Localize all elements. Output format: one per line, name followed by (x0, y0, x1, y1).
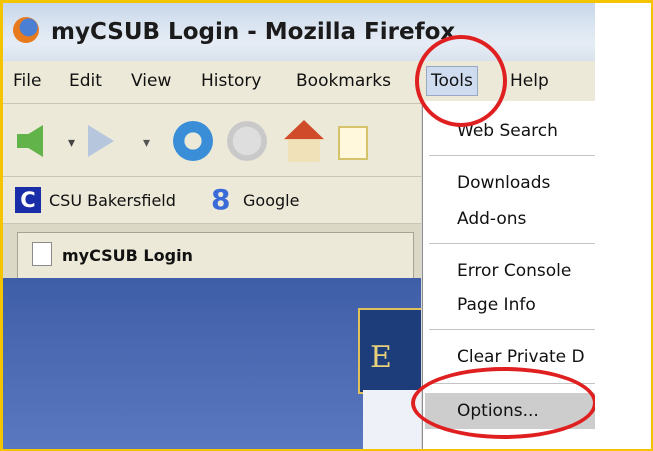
google-bookmark-icon[interactable]: 8 (211, 183, 230, 216)
tools-highlight-circle (415, 35, 507, 127)
tab-mycsub-login[interactable]: myCSUB Login (17, 232, 414, 279)
stop-icon[interactable] (227, 121, 267, 161)
menu-separator (429, 243, 595, 244)
menu-bookmarks[interactable]: Bookmarks (296, 71, 391, 91)
forward-dropdown-icon[interactable]: ▾ (143, 135, 150, 151)
tab-label: myCSUB Login (62, 246, 193, 265)
menu-file[interactable]: File (13, 71, 41, 91)
page-icon (32, 242, 52, 266)
menu-separator (429, 155, 595, 156)
window-title: myCSUB Login - Mozilla Firefox (51, 19, 456, 45)
menu-item-downloads[interactable]: Downloads (457, 173, 550, 193)
firefox-icon (13, 17, 39, 43)
menu-item-error-console[interactable]: Error Console (457, 261, 571, 281)
options-highlight-circle (411, 367, 595, 439)
back-dropdown-icon[interactable]: ▾ (68, 135, 75, 151)
title-bar: myCSUB Login - Mozilla Firefox (3, 3, 595, 61)
menu-history[interactable]: History (201, 71, 261, 91)
home-icon[interactable] (283, 120, 325, 162)
screenshot-frame: myCSUB Login - Mozilla Firefox File Edit… (0, 0, 653, 451)
menu-item-clear-private-data[interactable]: Clear Private D (457, 347, 585, 367)
menu-view[interactable]: View (131, 71, 171, 91)
menu-help[interactable]: Help (510, 71, 549, 91)
menu-item-add-ons[interactable]: Add-ons (457, 209, 526, 229)
menu-item-page-info[interactable]: Page Info (457, 295, 536, 315)
bookmark-google[interactable]: Google (243, 191, 299, 210)
csu-bookmark-icon[interactable]: C (15, 187, 41, 213)
menu-edit[interactable]: Edit (69, 71, 102, 91)
menu-separator (429, 329, 595, 330)
bookmark-csu-bakersfield[interactable]: CSU Bakersfield (49, 191, 176, 210)
page-icon (338, 126, 368, 160)
back-arrow-icon[interactable] (17, 125, 43, 157)
forward-arrow-icon[interactable] (88, 125, 114, 157)
firefox-window: myCSUB Login - Mozilla Firefox File Edit… (3, 3, 595, 449)
reload-icon[interactable] (173, 121, 213, 161)
site-logo: E (358, 308, 427, 394)
